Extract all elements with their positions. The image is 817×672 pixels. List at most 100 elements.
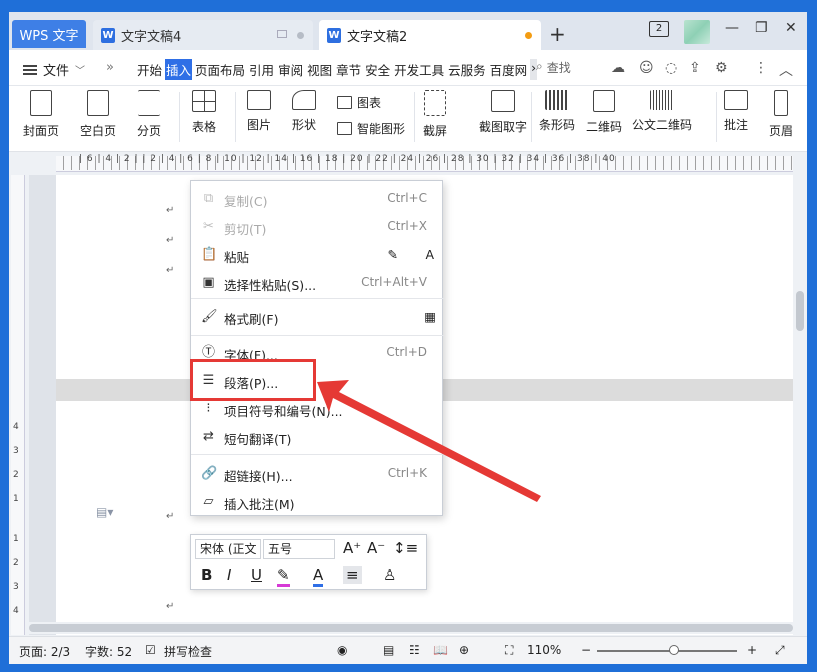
page-break-icon [138,90,160,116]
grow-font-icon[interactable]: A⁺ [343,539,361,557]
picture-button[interactable]: 图片 [247,90,271,133]
format-brush-lock-icon[interactable]: ▦ [424,309,436,324]
menu-security[interactable]: 安全 [364,59,391,80]
zoom-slider-thumb[interactable] [669,645,679,655]
italic-button[interactable]: I [227,566,231,584]
vertical-scrollbar[interactable] [793,153,807,633]
add-user-icon[interactable]: ☺ [639,60,654,76]
more-icon[interactable]: ⋮ [754,60,768,76]
settings-icon[interactable]: ⚙ [715,60,728,76]
menu-developer[interactable]: 开发工具 [393,59,445,80]
blank-page-button[interactable]: 空白页 [80,90,116,139]
horizontal-scroll-thumb[interactable] [29,624,793,632]
fullscreen-icon[interactable]: ⤢ [775,643,785,658]
zoom-in-icon[interactable]: + [747,643,757,657]
menu-item-paste[interactable]: 📋 粘贴 ✎ A [191,241,444,269]
eye-protection-icon[interactable]: ◉ [337,643,347,657]
shape-button[interactable]: 形状 [292,90,316,133]
menu-item-label: 格式刷(F) [224,312,279,327]
spellcheck-checkbox-icon[interactable]: ☑ [145,643,156,657]
close-icon[interactable]: ✕ [785,20,797,36]
menu-baidu[interactable]: 百度网 [489,59,529,80]
format-brush-icon[interactable]: ♙ [383,566,396,584]
menu-item-paste-special[interactable]: ▣ 选择性粘贴(S)... Ctrl+Alt+V [191,269,444,297]
avatar[interactable] [684,20,710,44]
collapse-ribbon-icon[interactable]: ︿ [779,60,793,80]
menu-item-label: 短句翻译(T) [224,432,292,447]
spellcheck-label[interactable]: 拼写检查 [164,643,212,660]
share-icon[interactable]: ⇪ [689,60,701,76]
vertical-ruler[interactable]: 4 3 2 1 1 2 3 4 [9,175,29,635]
header-button[interactable]: 页眉 [769,90,793,139]
page-break-button[interactable]: 分页 [137,90,161,139]
bold-button[interactable]: B [201,566,212,584]
paragraph-highlight-box [190,359,316,401]
menu-reference[interactable]: 引用 [248,59,275,80]
search-button[interactable]: ⌕ 查找 [536,59,571,76]
menu-cloud[interactable]: 云服务 [447,59,487,80]
chart-button[interactable]: 图表 [337,94,381,111]
chat-icon[interactable]: ◌ [665,60,677,76]
screenshot-ocr-button[interactable]: 截图取字 [479,90,527,135]
screenshot-button[interactable]: 截屏 [423,90,447,139]
wps-home-tab[interactable]: WPS 文字 [12,20,86,48]
qrcode-button[interactable]: 二维码 [586,90,622,135]
comment-button[interactable]: 批注 [724,90,748,133]
table-label: 表格 [192,120,217,134]
page-count-badge[interactable]: 2 [649,21,669,37]
align-icon[interactable]: ≡ [343,566,362,584]
bullets-icon: ⁝ [206,401,211,416]
blank-page-label: 空白页 [80,124,117,138]
paste-icon: 📋 [201,247,218,262]
menu-item-label: 剪切(T) [224,222,267,237]
tab-doc2[interactable]: W 文字文稿2 [319,20,541,50]
horizontal-ruler[interactable]: | 6 | 4 | 2 | | 2 | 4 | 6 | 8 | 10 | 12 … [9,153,793,175]
tab-doc4[interactable]: W 文字文稿4 [93,20,313,50]
line-spacing-icon[interactable]: ↕≡ [393,539,418,557]
menu-view[interactable]: 视图 [306,59,333,80]
paste-keep-format-icon[interactable]: ✎ [388,247,398,262]
font-size-select[interactable]: 五号 [263,539,335,559]
table-button[interactable]: 表格 [192,90,216,135]
web-view-icon[interactable]: ⊕ [459,643,469,657]
zoom-out-icon[interactable]: − [581,643,591,657]
menu-item-copy[interactable]: ⧉ 复制(C) Ctrl+C [191,185,444,213]
menu-item-cut[interactable]: ✂ 剪切(T) Ctrl+X [191,213,444,241]
page-indicator[interactable]: 页面: 2/3 [19,643,70,660]
underline-button[interactable]: U [251,566,262,584]
paragraph-settings-icon[interactable]: ▤▾ [96,505,113,519]
menu-start[interactable]: 开始 [136,59,163,80]
page-view-icon[interactable]: ▤ [383,643,394,657]
file-menu-button[interactable]: 文件 ﹀ [23,60,85,79]
paste-text-only-icon[interactable]: A [425,247,434,262]
maximize-icon[interactable]: ❐ [755,20,768,36]
scroll-thumb[interactable] [796,291,804,331]
smart-art-button[interactable]: 智能图形 [337,120,405,137]
menu-separator [191,335,444,336]
menu-insert[interactable]: 插入 [165,59,193,80]
word-count[interactable]: 字数: 52 [85,643,132,660]
menu-page-layout[interactable]: 页面布局 [194,59,246,80]
menu-item-label: 粘贴 [224,250,250,265]
new-tab-button[interactable]: + [549,22,566,46]
shrink-font-icon[interactable]: A⁻ [367,539,385,557]
cover-page-button[interactable]: 封面页 [23,90,59,139]
zoom-level[interactable]: 110% [527,643,561,657]
menu-review[interactable]: 审阅 [277,59,304,80]
barcode-button[interactable]: 条形码 [539,90,575,133]
zoom-slider[interactable] [597,650,737,652]
reading-view-icon[interactable]: 📖 [433,643,448,657]
fit-page-icon[interactable]: ⛶ [505,643,513,658]
outline-view-icon[interactable]: ☷ [409,643,420,657]
horizontal-scrollbar[interactable] [29,622,793,634]
cloud-sync-icon[interactable]: ☁ [611,60,625,76]
more-menus-icon[interactable]: » [106,60,114,75]
menu-item-format-painter[interactable]: 🖌 格式刷(F) ▦ [191,303,444,331]
font-color-icon[interactable]: A [313,566,324,587]
highlight-color-icon[interactable]: ✎ [277,566,290,587]
menu-item-label: 选择性粘贴(S)... [224,278,317,293]
font-name-select[interactable]: 宋体 (正文 [195,539,261,559]
minimize-icon[interactable]: — [725,20,739,36]
menu-chapter[interactable]: 章节 [335,59,362,80]
official-qrcode-button[interactable]: 公文二维码 [632,90,692,133]
